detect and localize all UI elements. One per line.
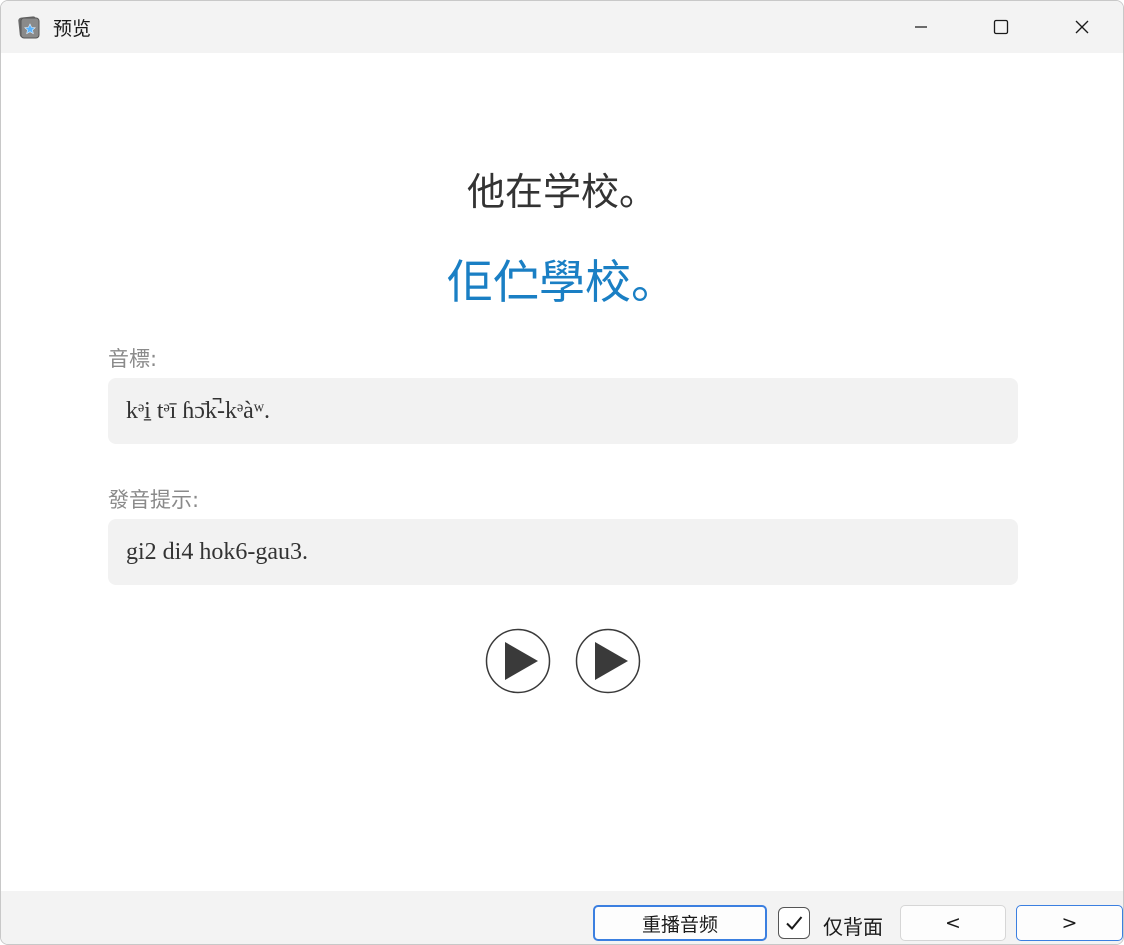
minimize-icon [915,26,927,28]
pronunciation-hint-label: 發音提示: [108,488,200,512]
pronunciation-hint-value: gi2 di4 hok6-gau3. [126,538,308,565]
card-preview-area: 他在学校。 佢伫學校。 音標: kᵊi̠ tᵊī ɦɔ̄k̚-kᵊàʷ. 發音提… [1,53,1123,891]
title-bar[interactable]: 预览 [1,1,1123,53]
next-card-button[interactable]: > [1016,905,1123,941]
back-only-checkbox[interactable] [778,907,810,939]
pronunciation-hint-field: gi2 di4 hok6-gau3. [108,519,1018,585]
maximize-icon [993,19,1009,35]
ipa-field: kᵊi̠ tᵊī ɦɔ̄k̚-kᵊàʷ. [108,378,1018,444]
previous-card-button[interactable]: < [900,905,1006,941]
close-button[interactable] [1044,1,1120,53]
replay-audio-button[interactable]: 重播音频 [593,905,767,941]
back-only-label: 仅背面 [823,915,883,939]
app-icon [18,16,40,39]
play-audio-1-button[interactable] [485,628,551,694]
card-front-text: 他在学校。 [466,170,657,214]
checkmark-icon [786,916,803,930]
minimize-button[interactable] [883,1,959,53]
footer-toolbar: 重播音频 仅背面 < > [1,891,1123,944]
card-back-text: 佢伫學校。 [447,255,677,309]
preview-window: 预览 他在学校。 佢伫學校。 音標: kᵊi̠ tᵊī ɦɔ̄k̚-kᵊàʷ. … [0,0,1124,945]
close-icon [1075,20,1089,34]
maximize-button[interactable] [963,1,1039,53]
window-title: 预览 [53,18,92,40]
ipa-value: kᵊi̠ tᵊī ɦɔ̄k̚-kᵊàʷ. [126,397,271,424]
play-audio-2-button[interactable] [575,628,641,694]
ipa-label: 音標: [108,347,158,371]
